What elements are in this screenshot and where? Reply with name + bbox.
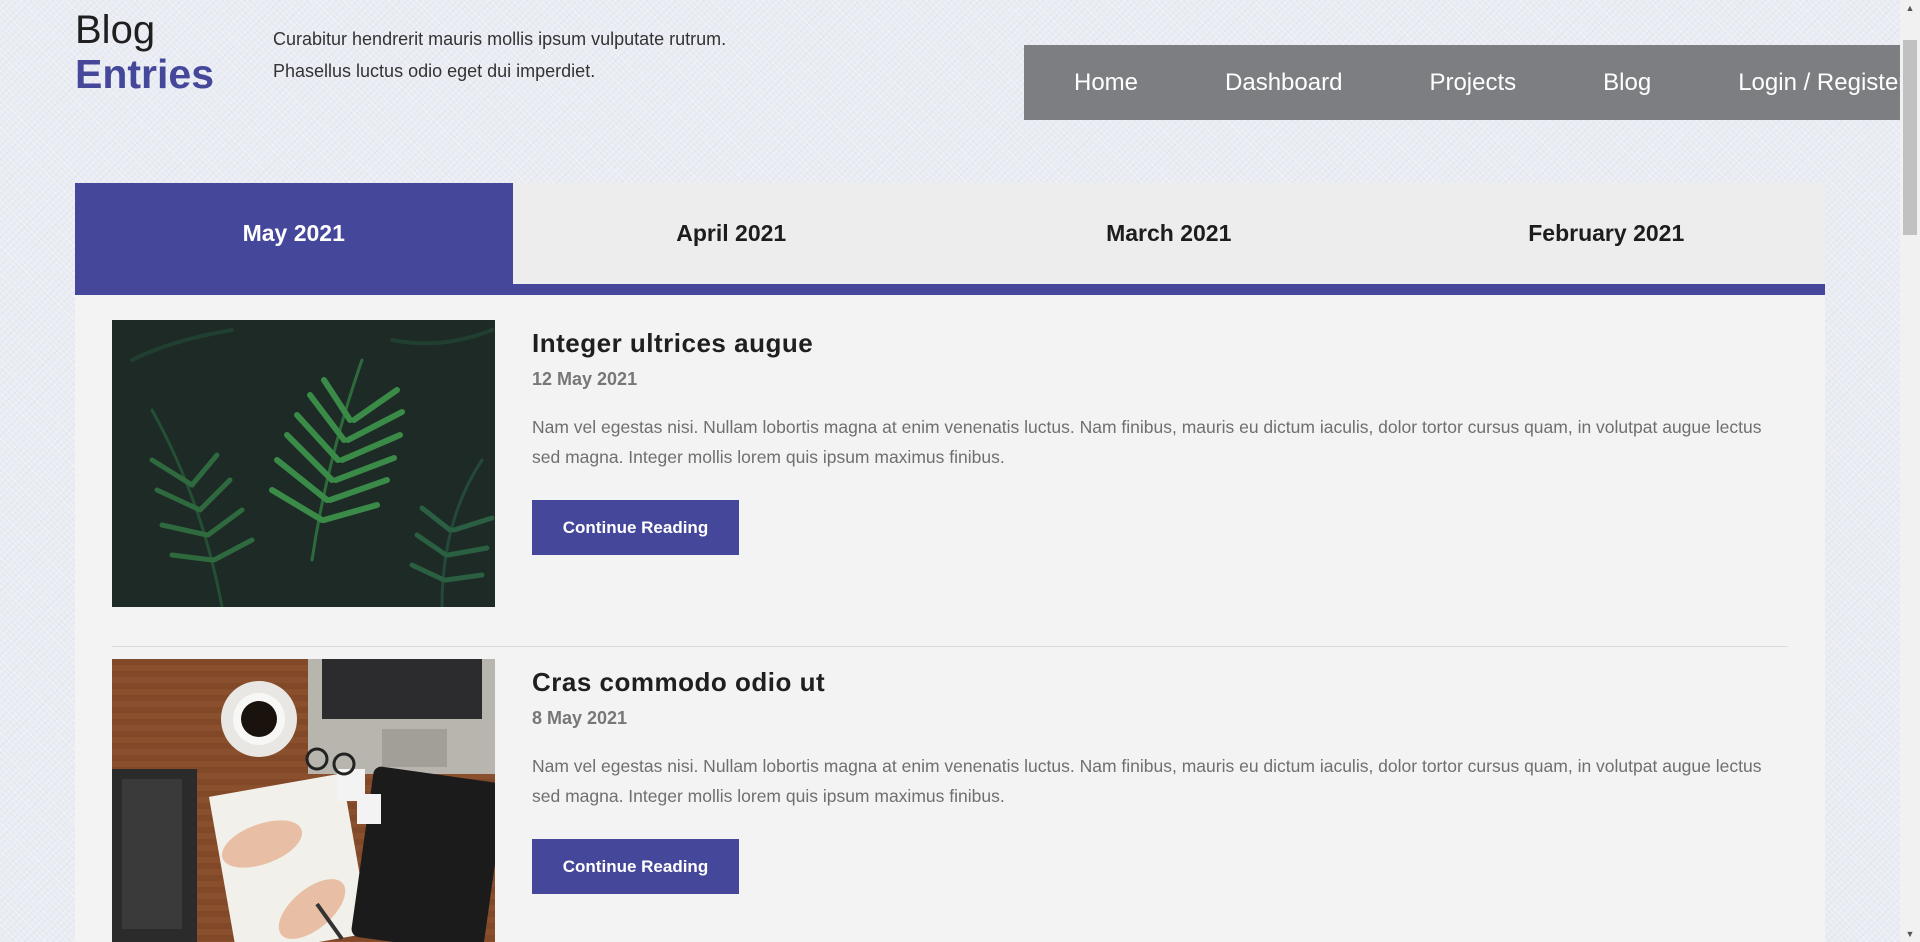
tab-april-2021[interactable]: April 2021 — [513, 183, 951, 284]
scroll-down-icon[interactable]: ▼ — [1900, 926, 1920, 942]
blog-panel: May 2021 April 2021 March 2021 February … — [75, 183, 1825, 942]
page-scrollbar[interactable]: ▲ ▼ — [1900, 0, 1920, 942]
post-title[interactable]: Cras commodo odio ut — [532, 667, 1788, 698]
post-thumbnail-desk[interactable] — [112, 659, 495, 942]
post-thumbnail-fern[interactable] — [112, 320, 495, 607]
nav-home[interactable]: Home — [1074, 69, 1138, 97]
site-logo[interactable]: Blog Entries — [75, 8, 214, 96]
post-title[interactable]: Integer ultrices augue — [532, 328, 1788, 359]
nav-blog[interactable]: Blog — [1603, 69, 1651, 97]
blog-post: Cras commodo odio ut 8 May 2021 Nam vel … — [112, 646, 1788, 942]
site-tagline: Curabitur hendrerit mauris mollis ipsum … — [273, 29, 727, 81]
post-excerpt: Nam vel egestas nisi. Nullam lobortis ma… — [532, 756, 1762, 806]
tab-february-2021[interactable]: February 2021 — [1388, 183, 1826, 284]
continue-reading-button[interactable]: Continue Reading — [532, 500, 739, 555]
main-nav: Home Dashboard Projects Blog Login / Reg… — [1024, 45, 1900, 120]
tab-march-2021[interactable]: March 2021 — [950, 183, 1388, 284]
post-body: Cras commodo odio ut 8 May 2021 Nam vel … — [532, 659, 1788, 894]
blog-post: Integer ultrices augue 12 May 2021 Nam v… — [112, 320, 1788, 607]
nav-login-register[interactable]: Login / Register — [1738, 69, 1900, 97]
nav-dashboard[interactable]: Dashboard — [1225, 69, 1342, 97]
post-excerpt: Nam vel egestas nisi. Nullam lobortis ma… — [532, 417, 1762, 467]
tab-may-2021[interactable]: May 2021 — [75, 183, 513, 284]
scrollbar-thumb[interactable] — [1903, 40, 1917, 235]
continue-reading-button[interactable]: Continue Reading — [532, 839, 739, 894]
post-date: 8 May 2021 — [532, 708, 628, 728]
month-tabs: May 2021 April 2021 March 2021 February … — [75, 183, 1825, 295]
post-body: Integer ultrices augue 12 May 2021 Nam v… — [532, 320, 1788, 555]
brand-title-line1: Blog — [75, 8, 156, 52]
nav-projects[interactable]: Projects — [1429, 69, 1516, 97]
scroll-up-icon[interactable]: ▲ — [1900, 0, 1920, 16]
post-date: 12 May 2021 — [532, 369, 638, 389]
brand-title-line2: Entries — [75, 51, 214, 97]
